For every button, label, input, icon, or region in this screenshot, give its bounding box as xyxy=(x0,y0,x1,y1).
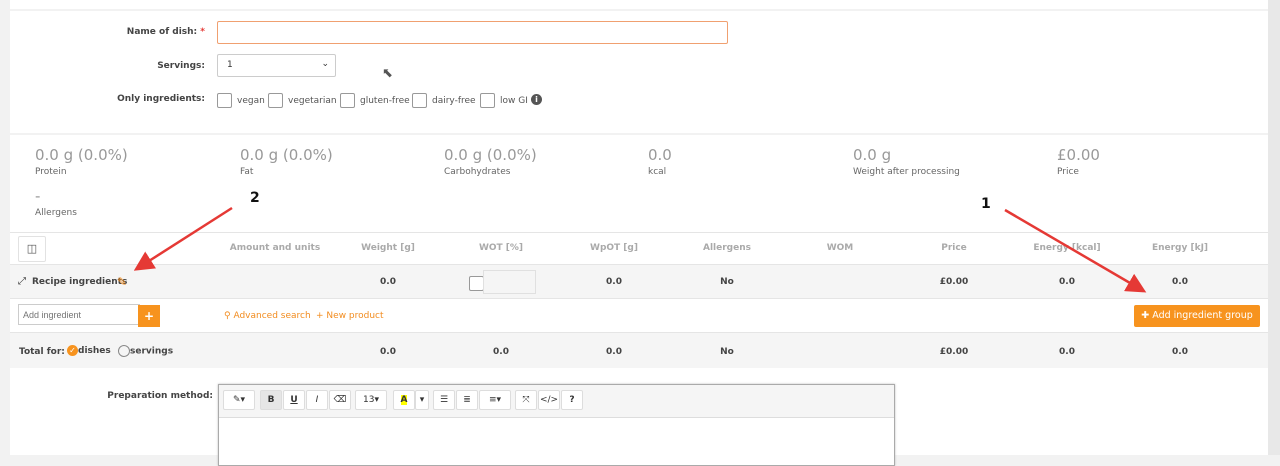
arrow-2 xyxy=(133,206,233,271)
annotation-label-1: 1 xyxy=(981,196,991,212)
annotation-arrows xyxy=(133,206,1147,293)
arrow-1 xyxy=(1004,208,1147,293)
annotation-label-2: 2 xyxy=(250,190,260,206)
